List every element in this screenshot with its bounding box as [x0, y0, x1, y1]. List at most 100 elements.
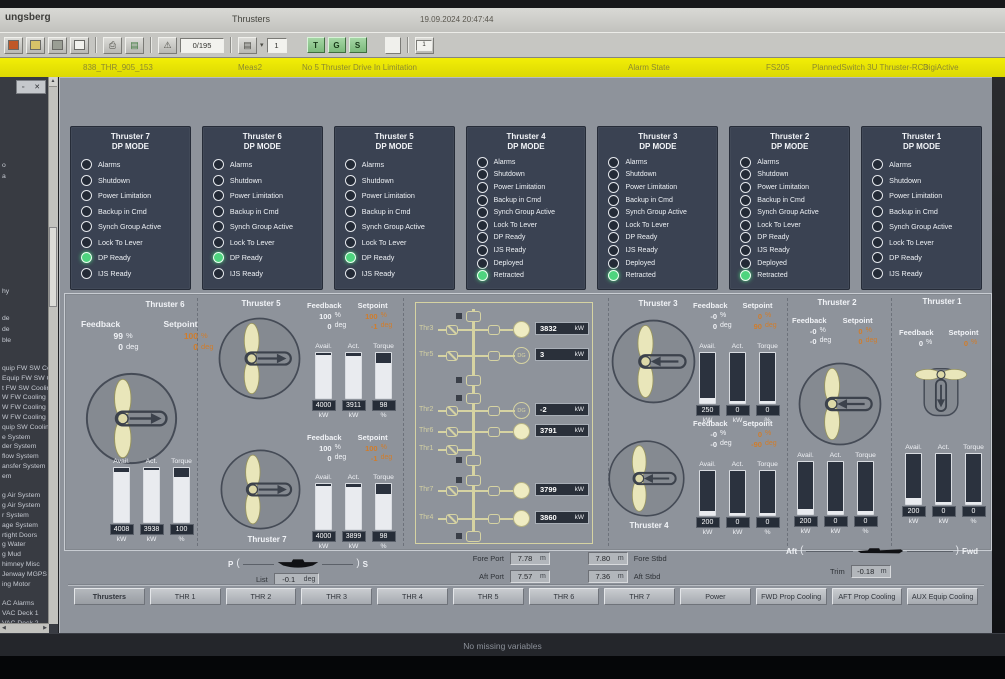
breaker-icon[interactable] — [488, 427, 500, 437]
bus-tie-breaker-icon[interactable] — [466, 455, 481, 466]
sidebar-item-fragment[interactable]: ble — [2, 337, 48, 346]
breaker-icon[interactable] — [446, 486, 458, 496]
sidebar-item[interactable]: t FW SW Cooling — [2, 385, 48, 394]
sidebar-item[interactable]: g Air System — [2, 492, 48, 501]
gauge-bar-fill — [114, 472, 129, 522]
key-t-button[interactable]: T — [307, 37, 325, 53]
sidebar-item[interactable]: g Air System — [2, 502, 48, 511]
sidebar-item[interactable]: em — [2, 473, 48, 482]
scroll-up-icon[interactable]: ▲ — [49, 77, 57, 87]
nav-button-thr-5[interactable]: THR 5 — [453, 588, 524, 605]
scroll-left-icon[interactable]: ◀ — [0, 624, 8, 633]
key-g-button[interactable]: G — [328, 37, 346, 53]
sidebar-item[interactable]: quip SW Cooling — [2, 424, 48, 433]
sidebar-item[interactable]: e System — [2, 434, 48, 443]
breaker-icon[interactable] — [488, 514, 500, 524]
breaker-icon[interactable] — [446, 427, 458, 437]
sidebar-item[interactable]: ing Motor — [2, 581, 48, 590]
breaker-icon[interactable] — [446, 445, 458, 455]
nav-button-power[interactable]: Power — [680, 588, 751, 605]
nav-button-thr-3[interactable]: THR 3 — [301, 588, 372, 605]
sidebar-item[interactable]: AC Alarms — [2, 600, 48, 609]
breaker-icon[interactable] — [488, 325, 500, 335]
breaker-icon[interactable] — [488, 351, 500, 361]
scrollbar-thumb[interactable] — [49, 227, 57, 307]
power-value: 3832 — [540, 324, 557, 333]
print-button[interactable]: ⎙ — [103, 37, 122, 54]
dp-status-item: Backup in Cmd — [477, 195, 582, 206]
sidebar-item[interactable]: Jenway MGPS — [2, 571, 48, 580]
single-page-key-button[interactable]: 1 — [415, 37, 434, 54]
sidebar-item-fragment[interactable]: de — [2, 315, 48, 324]
breaker-icon[interactable] — [446, 351, 458, 361]
nav-button-thrusters[interactable]: Thrusters — [74, 588, 145, 605]
gauge-bar — [375, 483, 392, 530]
event-list-button[interactable] — [26, 37, 45, 54]
sidebar-item[interactable]: W FW Cooling 3 — [2, 414, 48, 423]
bus-tie-breaker-icon[interactable] — [466, 475, 481, 486]
sidebar-item[interactable]: rtight Doors — [2, 532, 48, 541]
nav-button-thr-6[interactable]: THR 6 — [529, 588, 600, 605]
status-label: Shutdown — [362, 176, 394, 185]
sidebar-item[interactable]: r System — [2, 512, 48, 521]
nav-button-thr-7[interactable]: THR 7 — [604, 588, 675, 605]
sidebar-item[interactable]: ansfer System — [2, 463, 48, 472]
feedback-label: Feedback — [899, 328, 949, 337]
scroll-right-icon[interactable]: ▶ — [41, 624, 49, 633]
nav-button-thr-2[interactable]: THR 2 — [226, 588, 297, 605]
sidebar-item[interactable]: g Mud — [2, 551, 48, 560]
sidebar-item[interactable]: der System — [2, 443, 48, 452]
history-button[interactable] — [48, 37, 67, 54]
breaker-icon[interactable] — [488, 406, 500, 416]
export-button[interactable]: ▤ — [125, 37, 144, 54]
status-led-backup-in-cmd — [213, 206, 224, 217]
blank-key-button[interactable] — [385, 37, 401, 54]
nav-button-fwd-prop-cooling[interactable]: FWD Prop Cooling — [756, 588, 827, 605]
dp-status-item: Alarms — [477, 157, 582, 168]
sidebar-item[interactable]: age System — [2, 522, 48, 531]
key-s-button[interactable]: S — [349, 37, 367, 53]
status-label: IJS Ready — [889, 269, 922, 278]
bus-tie-breaker-icon[interactable] — [466, 393, 481, 404]
breaker-icon[interactable] — [446, 325, 458, 335]
nav-button-aux-equip-cooling[interactable]: AUX Equip Cooling — [907, 588, 978, 605]
workspace: ▫ ✕ oahydedeblequip FW SW CooEquip FW SW… — [0, 77, 1005, 633]
bus-tie-breaker-icon[interactable] — [466, 531, 481, 542]
nav-button-thr-4[interactable]: THR 4 — [377, 588, 448, 605]
blank-view-button[interactable] — [70, 37, 89, 54]
breaker-icon[interactable] — [488, 486, 500, 496]
bus-tie-breaker-icon[interactable] — [466, 311, 481, 322]
sidebar-item[interactable]: VAC Deck 1 — [2, 610, 48, 619]
bus-tie-breaker-icon[interactable] — [466, 375, 481, 386]
sidebar-item[interactable]: W FW Cooling 1 — [2, 394, 48, 403]
sidebar-item-fragment[interactable]: de — [2, 326, 48, 335]
sidebar[interactable]: ▫ ✕ oahydedeblequip FW SW CooEquip FW SW… — [0, 77, 59, 633]
sidebar-item[interactable]: Equip FW SW Co — [2, 375, 48, 384]
sidebar-horizontal-scrollbar[interactable]: ◀ ▶ — [0, 623, 49, 633]
chevron-down-icon[interactable]: ▾ — [260, 42, 264, 49]
sidebar-item-fragment[interactable]: o — [2, 162, 48, 171]
status-led-alarms — [345, 159, 356, 170]
alarm-list-button[interactable]: ⚠ — [158, 37, 177, 54]
sidebar-item-fragment[interactable]: a — [2, 173, 48, 182]
breaker-icon[interactable] — [446, 514, 458, 524]
nav-button-aft-prop-cooling[interactable]: AFT Prop Cooling — [832, 588, 903, 605]
sidebar-item[interactable]: quip FW SW Coo — [2, 365, 48, 374]
sidebar-item[interactable]: flow System — [2, 453, 48, 462]
sidebar-vertical-scrollbar[interactable]: ▲ — [48, 77, 58, 624]
status-label: IJS Ready — [230, 269, 263, 278]
page-selector-button[interactable]: ▤ — [238, 37, 257, 54]
dp-status-item: Backup in Cmd — [872, 206, 977, 217]
thruster-mimic-panel: Thruster 6 FeedbackSetpoint 99% 100% 0de… — [64, 293, 992, 551]
sidebar-item[interactable]: g Water — [2, 541, 48, 550]
alarm-ack-button[interactable] — [4, 37, 23, 54]
sidebar-item[interactable]: himney Misc — [2, 561, 48, 570]
dp-panel-thruster-7: Thruster 7DP MODEAlarmsShutdownPower Lim… — [70, 126, 191, 290]
alarm-banner[interactable]: 838_THR_905_153 Meas2 No 5 Thruster Driv… — [0, 58, 1005, 78]
breaker-icon[interactable] — [446, 406, 458, 416]
sidebar-item[interactable]: W FW Cooling 2 — [2, 404, 48, 413]
gauge-bar — [375, 352, 392, 399]
unit: % — [971, 339, 989, 348]
nav-button-thr-1[interactable]: THR 1 — [150, 588, 221, 605]
sidebar-item-fragment[interactable]: hy — [2, 288, 48, 297]
